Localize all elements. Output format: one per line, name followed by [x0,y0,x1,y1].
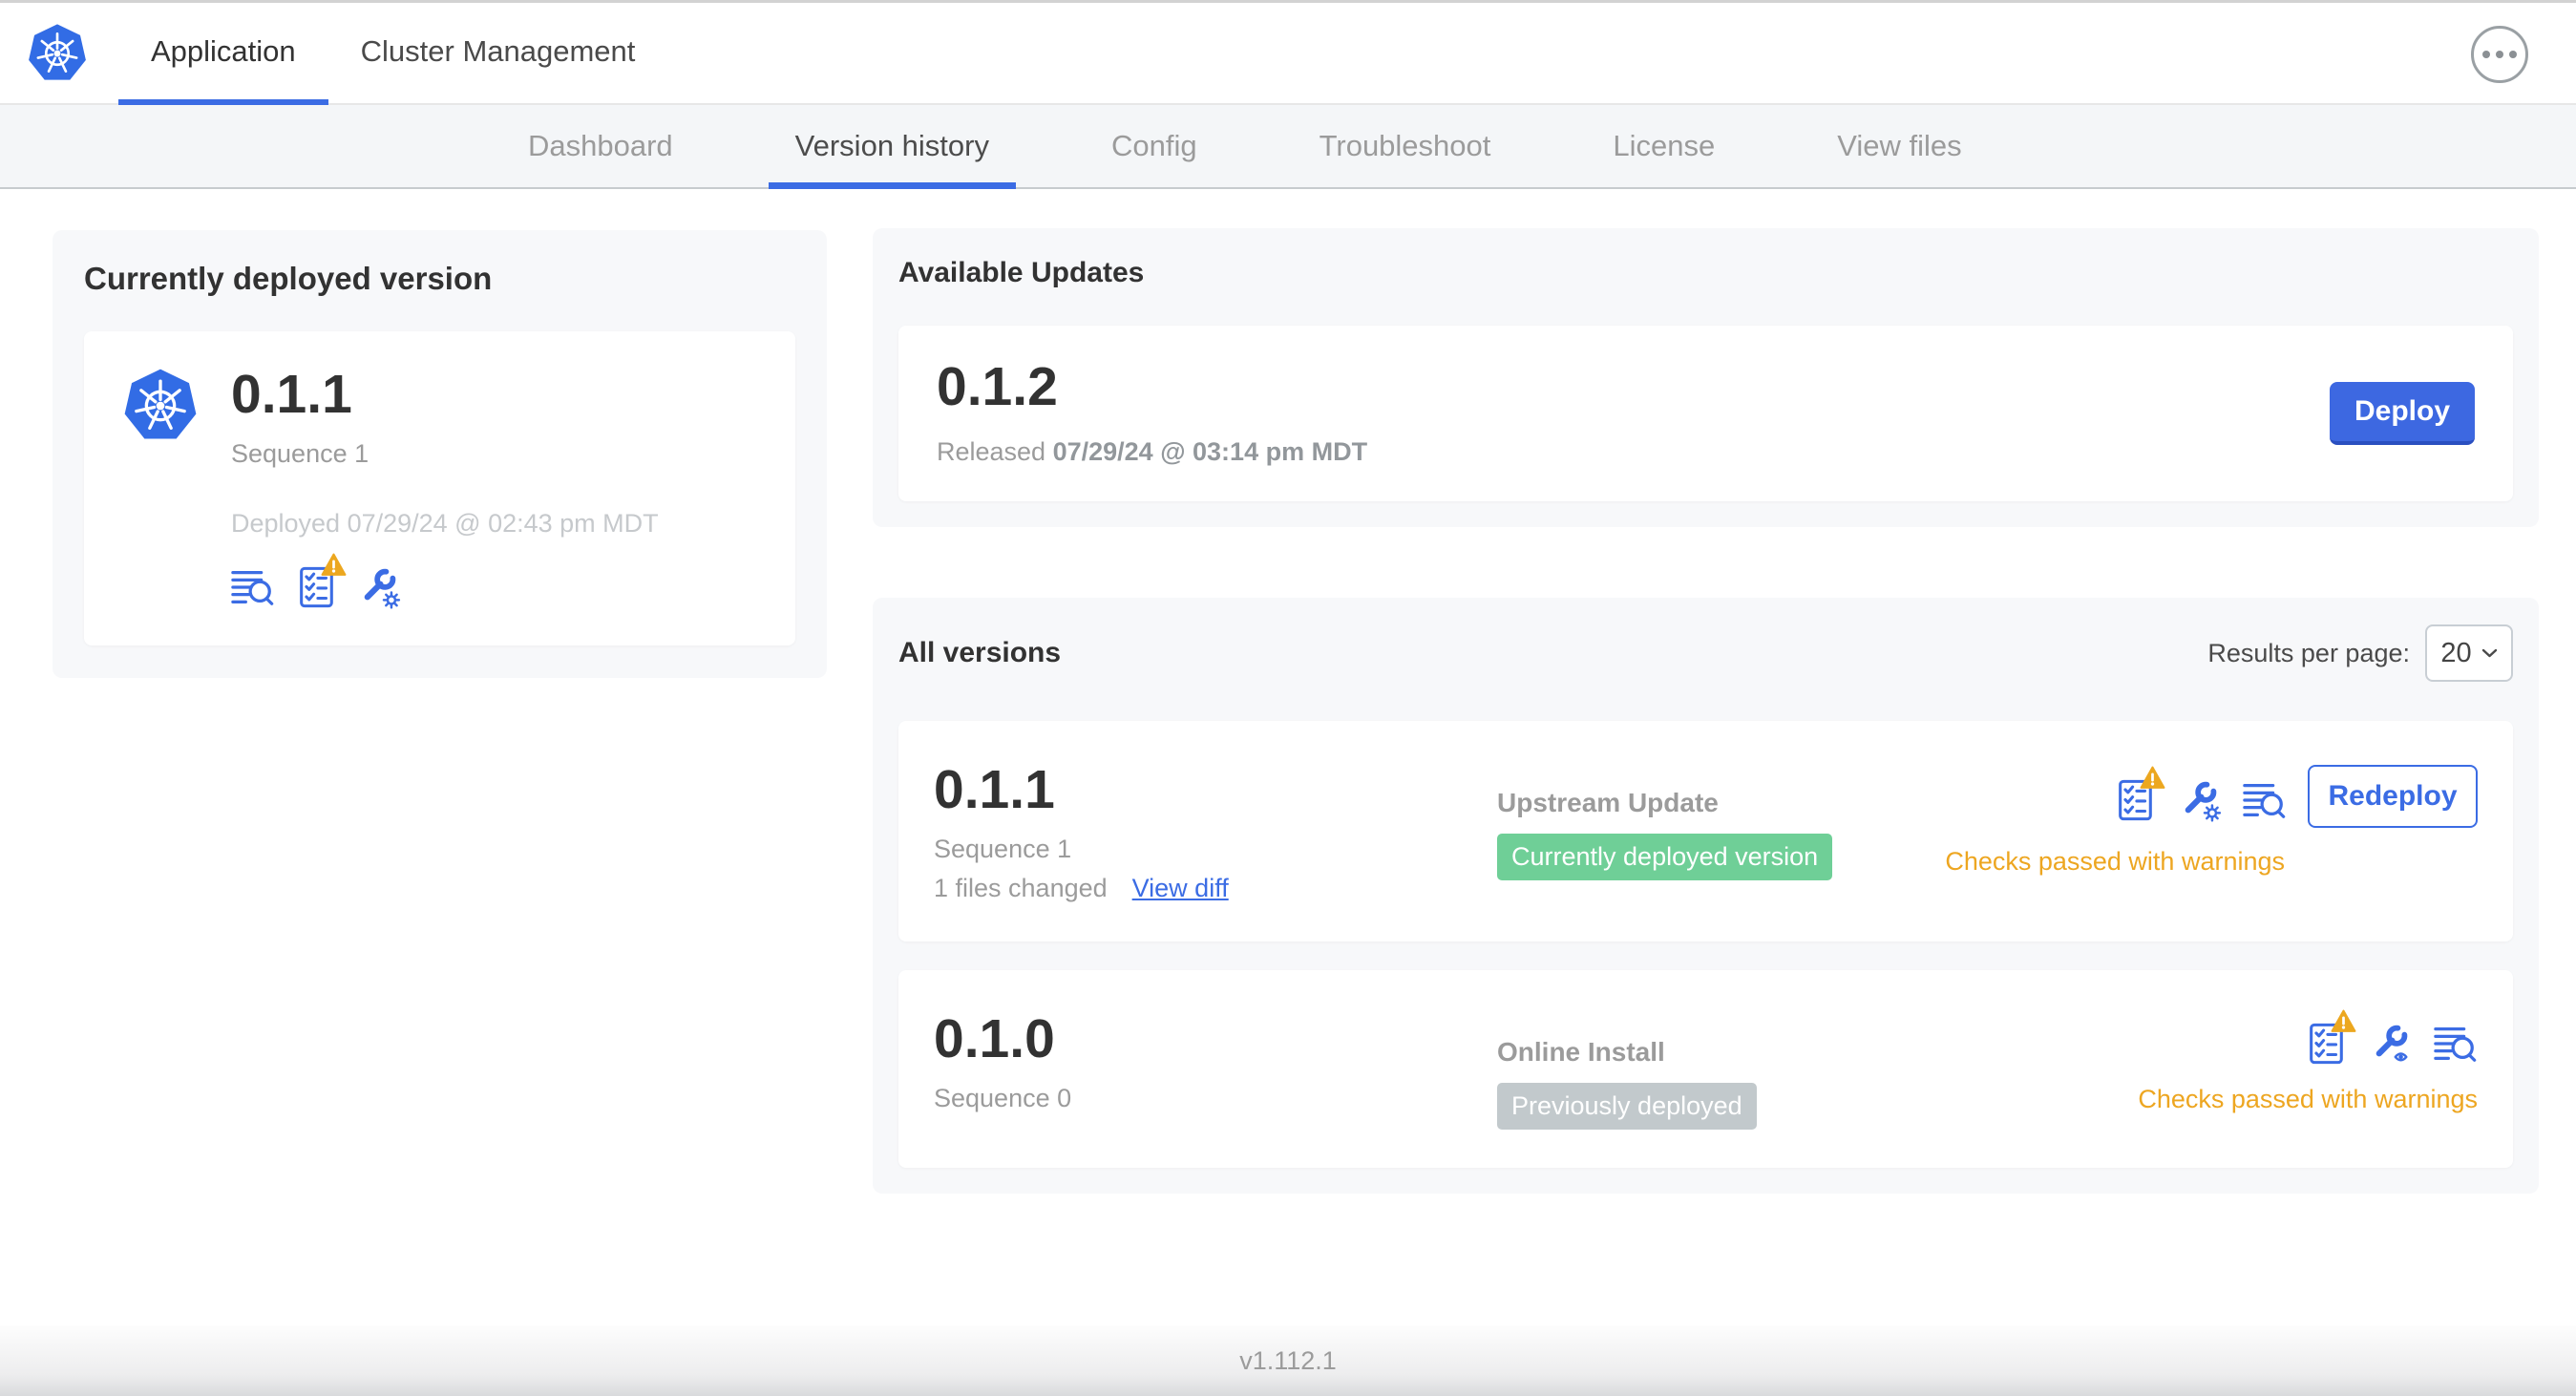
preflight-status-text: Checks passed with warnings [1945,847,2285,876]
warning-triangle-icon [321,553,347,577]
currently-deployed-panel: Currently deployed version 0.1.1 Sequenc… [53,230,827,678]
released-label: Released [937,437,1046,466]
currently-deployed-title: Currently deployed version [84,261,493,296]
preflight-checks-icon[interactable] [2113,778,2157,822]
current-version-sequence: Sequence 1 [231,439,370,468]
preflight-status-text: Checks passed with warnings [2138,1085,2478,1113]
view-diff-link[interactable]: View diff [1132,874,1229,903]
redeploy-button[interactable]: Redeploy [2308,765,2478,828]
main-content: Currently deployed version 0.1.1 Sequenc… [0,189,2576,1323]
release-notes-icon[interactable] [231,565,275,609]
preflight-checks-icon[interactable] [294,565,338,609]
current-version-deployed-date: Deployed 07/29/24 @ 02:43 pm MDT [231,509,659,538]
release-notes-icon[interactable] [2434,1022,2478,1066]
row-version-number: 0.1.1 [934,759,1055,820]
tab-view-files[interactable]: View files [1776,105,2022,187]
row-version-number: 0.1.0 [934,1008,1055,1069]
deploy-button[interactable]: Deploy [2330,382,2475,445]
config-view-icon[interactable] [2369,1022,2413,1066]
warning-triangle-icon [2331,1009,2356,1033]
update-released-date: Released 07/29/24 @ 03:14 pm MDT [937,437,1367,467]
tab-dashboard[interactable]: Dashboard [467,105,734,187]
all-versions-panel: All versions Results per page: 20 0.1.1 … [873,598,2539,1194]
deployment-status-badge: Currently deployed version [1497,834,1833,880]
files-changed-label: 1 files changed [934,874,1108,902]
results-per-page-value: 20 [2440,637,2472,668]
all-versions-title: All versions [898,637,1062,668]
version-source-label: Online Install [1497,1037,1665,1067]
kubernetes-app-icon [122,368,199,444]
tab-troubleshoot[interactable]: Troubleshoot [1258,105,1552,187]
admin-console-version: v1.112.1 [1239,1345,1337,1375]
app-logo [27,3,88,103]
page-footer: v1.112.1 [0,1325,2576,1396]
top-navbar: Application Cluster Management [0,0,2576,105]
preflight-checks-icon[interactable] [2304,1022,2348,1066]
available-updates-title: Available Updates [898,257,1145,288]
version-row: 0.1.1 Sequence 1 1 files changed View di… [898,721,2513,941]
ellipsis-menu-icon[interactable] [2471,26,2528,83]
config-icon[interactable] [357,565,401,609]
row-sequence: Sequence 0 [934,1084,1072,1112]
current-version-number: 0.1.1 [231,364,352,425]
chevron-down-icon [2481,648,2498,658]
tab-cluster-management[interactable]: Cluster Management [328,3,668,105]
top-nav-tabs: Application Cluster Management [118,3,668,105]
tab-application[interactable]: Application [118,3,328,105]
tab-config[interactable]: Config [1050,105,1258,187]
update-version-number: 0.1.2 [937,356,1058,417]
results-per-page-label: Results per page: [2207,638,2410,667]
config-icon[interactable] [2178,778,2222,822]
version-row: 0.1.0 Sequence 0 Online Install Previous… [898,970,2513,1168]
available-update-card: 0.1.2 Released 07/29/24 @ 03:14 pm MDT D… [898,326,2513,501]
app-sub-navbar: Dashboard Version history Config Trouble… [0,105,2576,189]
results-per-page-select[interactable]: 20 [2425,624,2513,682]
tab-license[interactable]: License [1552,105,1776,187]
kubernetes-logo-icon [27,23,88,84]
version-source-label: Upstream Update [1497,788,1719,817]
release-notes-icon[interactable] [2243,778,2287,822]
warning-triangle-icon [2140,766,2165,790]
deployment-status-badge: Previously deployed [1497,1083,1757,1130]
released-date-value: 07/29/24 @ 03:14 pm MDT [1052,437,1368,466]
available-updates-panel: Available Updates 0.1.2 Released 07/29/2… [873,228,2539,527]
row-sequence: Sequence 1 [934,835,1072,863]
currently-deployed-card: 0.1.1 Sequence 1 Deployed 07/29/24 @ 02:… [84,331,795,645]
tab-version-history[interactable]: Version history [734,105,1050,189]
